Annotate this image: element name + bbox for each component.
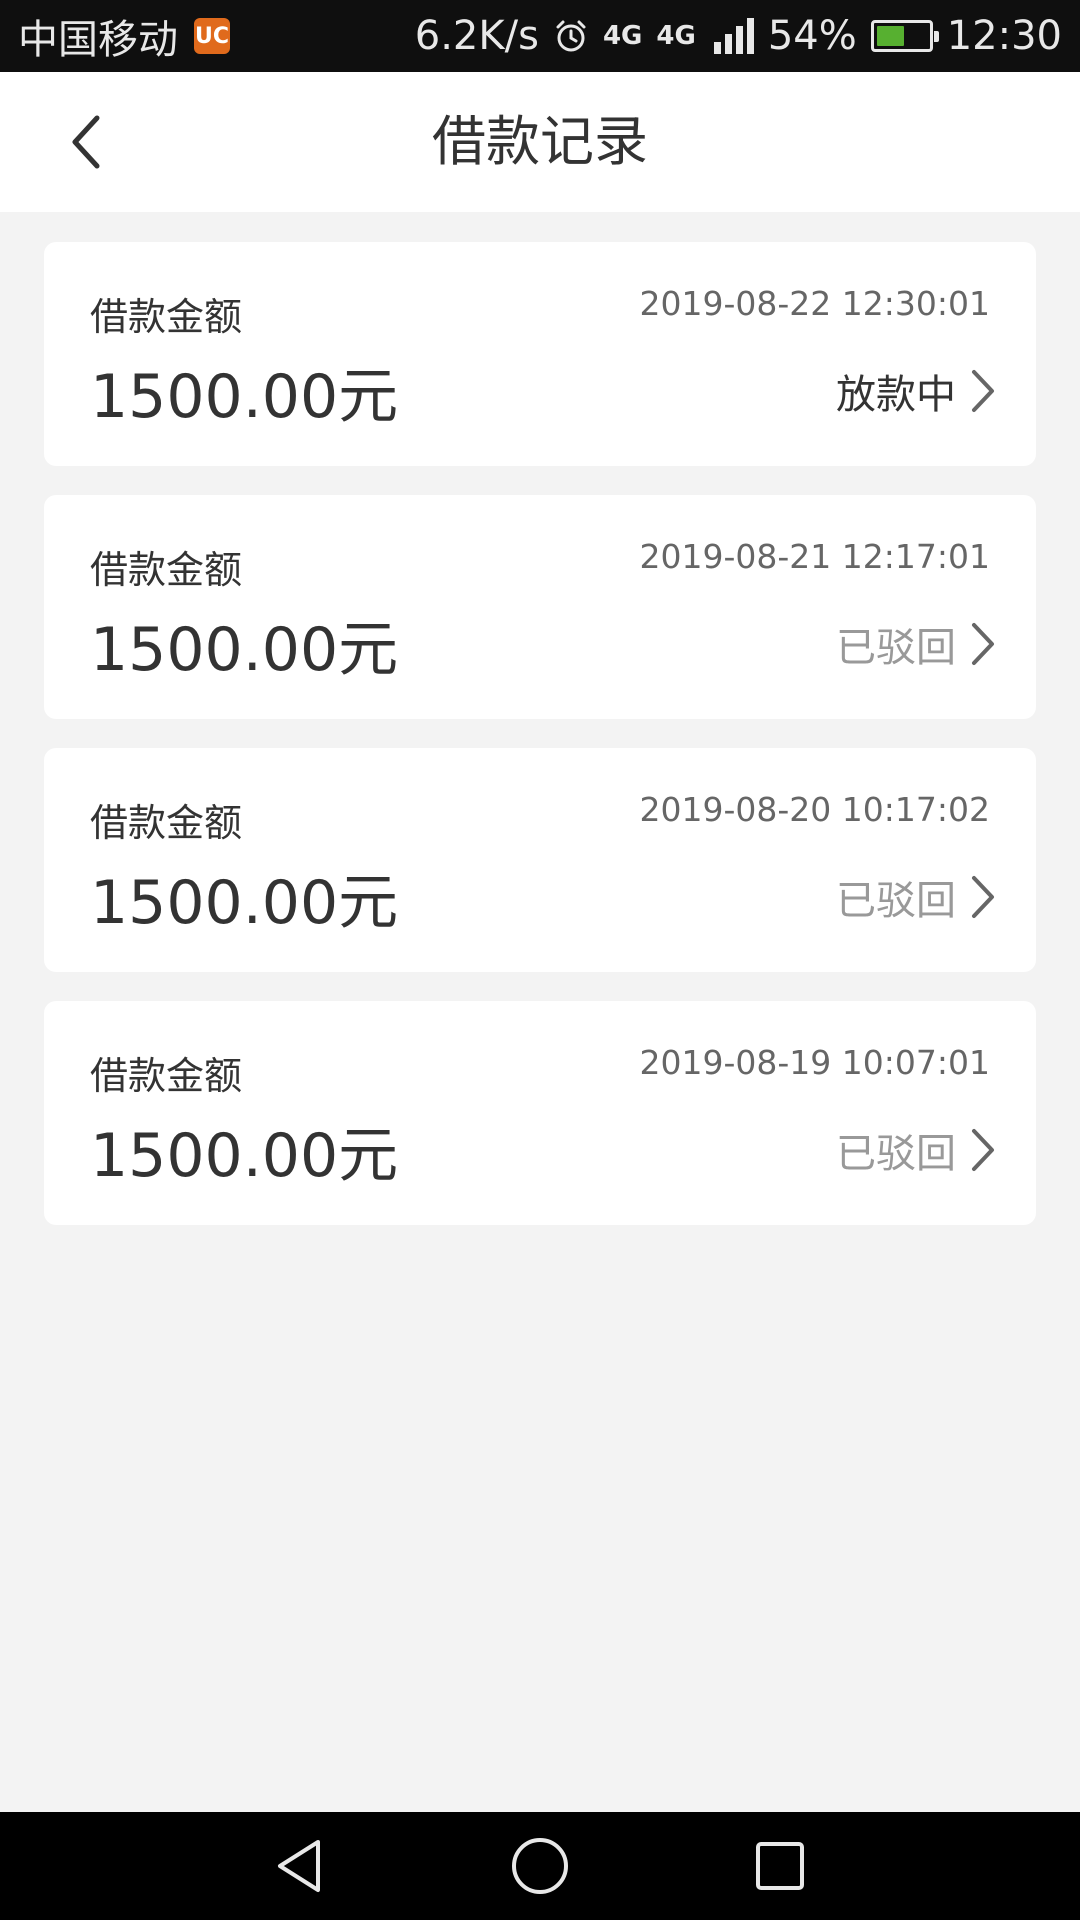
- alarm-icon: [556, 20, 586, 52]
- loan-record-card[interactable]: 借款金额 1500.00元 2019-08-22 12:30:01 放款中: [44, 242, 1036, 466]
- status-bar-right: 6.2K/s 4G 4G 54% 12:30: [415, 13, 1062, 59]
- loan-record-card[interactable]: 借款金额 1500.00元 2019-08-21 12:17:01 已驳回: [44, 495, 1036, 719]
- chevron-right-icon: [972, 876, 994, 918]
- chevron-right-icon: [972, 623, 994, 665]
- app-screen: 中国移动 UC 6.2K/s 4G 4G 54% 12:30 借款记录 借款金额…: [0, 0, 1080, 1920]
- record-amount-value: 1500.00元: [90, 362, 399, 432]
- record-amount-label: 借款金额: [90, 1054, 243, 1098]
- status-bar: 中国移动 UC 6.2K/s 4G 4G 54% 12:30: [0, 0, 1080, 72]
- nav-recent-apps-button[interactable]: [748, 1834, 812, 1898]
- record-status: 放款中: [836, 372, 956, 418]
- app-header: 借款记录: [0, 72, 1080, 212]
- uc-browser-icon: UC: [194, 18, 230, 54]
- record-status-area: 已驳回: [836, 868, 996, 926]
- record-status-area: 放款中: [836, 362, 996, 420]
- chevron-left-icon: [72, 115, 100, 169]
- back-button[interactable]: [50, 104, 120, 180]
- record-date: 2019-08-20 10:17:02: [639, 790, 990, 829]
- record-amount-value: 1500.00元: [90, 615, 399, 685]
- square-recent-icon: [756, 1842, 804, 1890]
- network-type-badge: 4G: [602, 21, 643, 51]
- record-status-area: 已驳回: [836, 615, 996, 673]
- record-status: 已驳回: [836, 625, 956, 671]
- chevron-right-icon: [972, 1129, 994, 1171]
- battery-percent: 54%: [767, 13, 857, 59]
- battery-icon: [870, 20, 939, 52]
- page-title: 借款记录: [432, 110, 648, 173]
- battery-fill: [876, 26, 904, 46]
- circle-home-icon: [512, 1838, 568, 1894]
- status-bar-left: 中国移动 UC: [18, 7, 230, 65]
- record-date: 2019-08-19 10:07:01: [639, 1043, 990, 1082]
- signal-icon: [710, 18, 754, 54]
- clock-time: 12:30: [946, 13, 1062, 59]
- nav-home-button[interactable]: [508, 1834, 572, 1898]
- record-amount-value: 1500.00元: [90, 868, 399, 938]
- record-amount-label: 借款金额: [90, 801, 243, 845]
- record-amount-label: 借款金额: [90, 548, 243, 592]
- nav-back-button[interactable]: [268, 1834, 332, 1898]
- record-date: 2019-08-21 12:17:01: [639, 537, 990, 576]
- network-type-badge-secondary: 4G: [656, 21, 696, 51]
- triangle-back-icon: [278, 1840, 320, 1892]
- record-date: 2019-08-22 12:30:01: [639, 284, 990, 323]
- loan-record-card[interactable]: 借款金额 1500.00元 2019-08-19 10:07:01 已驳回: [44, 1001, 1036, 1225]
- record-status: 已驳回: [836, 878, 956, 924]
- loan-record-list: 借款金额 1500.00元 2019-08-22 12:30:01 放款中 借款…: [44, 242, 1036, 1254]
- system-nav-bar: [0, 1812, 1080, 1920]
- record-amount-label: 借款金额: [90, 295, 243, 339]
- record-status-area: 已驳回: [836, 1121, 996, 1179]
- record-status: 已驳回: [836, 1131, 956, 1177]
- carrier-name: 中国移动: [18, 17, 178, 63]
- chevron-right-icon: [972, 370, 994, 412]
- network-speed: 6.2K/s: [414, 13, 539, 59]
- loan-record-card[interactable]: 借款金额 1500.00元 2019-08-20 10:17:02 已驳回: [44, 748, 1036, 972]
- record-amount-value: 1500.00元: [90, 1121, 399, 1191]
